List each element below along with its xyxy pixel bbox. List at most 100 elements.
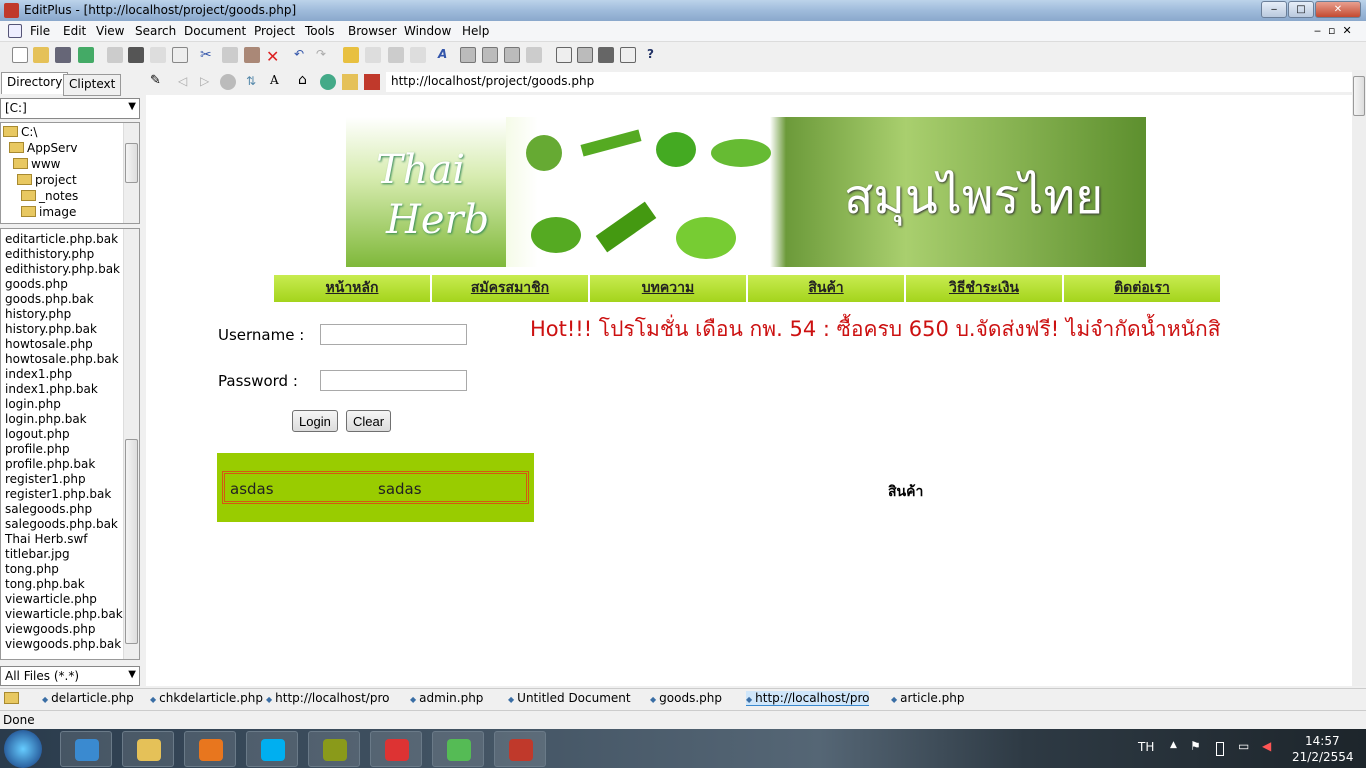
browser-icon[interactable] (598, 47, 614, 63)
print-icon[interactable] (128, 47, 144, 63)
file-item[interactable]: profile.php (5, 442, 70, 456)
start-button[interactable] (4, 730, 42, 768)
refresh-icon[interactable]: ⇅ (246, 74, 256, 88)
menu-tools[interactable]: Tools (305, 24, 335, 38)
file-item[interactable]: viewgoods.php (5, 622, 95, 636)
delete-icon[interactable]: ✕ (266, 47, 282, 66)
tab-cliptext[interactable]: Cliptext (63, 74, 122, 96)
document-tab[interactable]: ◆ admin.php (410, 691, 483, 705)
file-item[interactable]: register1.php.bak (5, 487, 111, 501)
action-center-flag-icon[interactable]: ⚑ (1190, 739, 1201, 753)
document-tab[interactable]: ◆ Untitled Document (508, 691, 631, 705)
file-item[interactable]: profile.php.bak (5, 457, 95, 471)
favorites-icon[interactable] (342, 74, 358, 90)
file-item[interactable]: index1.php.bak (5, 382, 98, 396)
document-tab[interactable]: ◆ http://localhost/pro (746, 691, 870, 706)
file-item[interactable]: editarticle.php.bak (5, 232, 118, 246)
file-item[interactable]: history.php.bak (5, 322, 97, 336)
document-tab[interactable]: ◆ delarticle.php (42, 691, 134, 705)
nav-contact[interactable]: ติดต่อเรา (1064, 275, 1220, 302)
tree-item[interactable]: www (13, 157, 60, 171)
output-window-icon[interactable] (556, 47, 572, 63)
scrollbar-thumb[interactable] (125, 439, 138, 644)
url-input[interactable]: http://localhost/project/goods.php (386, 72, 1352, 92)
file-item[interactable]: tong.php (5, 562, 59, 576)
search-web-icon[interactable] (320, 74, 336, 90)
new-file-icon[interactable] (12, 47, 28, 63)
file-item[interactable]: edithistory.php (5, 247, 94, 261)
replace-icon[interactable] (365, 47, 381, 63)
file-item[interactable]: goods.php (5, 277, 68, 291)
document-tab[interactable]: ◆ chkdelarticle.php (150, 691, 263, 705)
content-scrollbar[interactable] (1352, 70, 1366, 686)
close-button[interactable]: ✕ (1315, 1, 1361, 18)
file-item[interactable]: login.php (5, 397, 61, 411)
menu-file[interactable]: File (30, 24, 50, 38)
spellcheck-icon[interactable] (150, 47, 166, 63)
home-icon[interactable]: ⌂ (298, 72, 307, 88)
file-item[interactable]: edithistory.php.bak (5, 262, 120, 276)
document-tab[interactable]: ◆ http://localhost/pro (266, 691, 389, 705)
password-input[interactable] (320, 370, 467, 391)
volume-muted-icon[interactable]: ◀ (1262, 739, 1271, 753)
nav-payment[interactable]: วิธีชำระเงิน (906, 275, 1062, 302)
file-item[interactable]: register1.php (5, 472, 86, 486)
document-tab[interactable]: ◆ article.php (891, 691, 964, 705)
tab-directory[interactable]: Directory (1, 72, 69, 94)
document-icon[interactable] (8, 24, 22, 38)
menu-document[interactable]: Document (184, 24, 246, 38)
line-numbers-icon[interactable] (482, 47, 498, 63)
taskbar-skype[interactable] (246, 731, 298, 767)
username-input[interactable] (320, 324, 467, 345)
font-icon[interactable]: A (438, 47, 454, 63)
nav-products[interactable]: สินค้า (748, 275, 904, 302)
file-item[interactable]: viewgoods.php.bak (5, 637, 121, 651)
folder-icon[interactable] (4, 692, 19, 704)
redo-icon[interactable]: ↷ (316, 47, 332, 63)
nav-home[interactable]: หน้าหลัก (274, 275, 430, 302)
tree-item[interactable]: AppServ (9, 141, 77, 155)
nav-articles[interactable]: บทความ (590, 275, 746, 302)
login-button[interactable]: Login (292, 410, 338, 432)
taskbar-editplus[interactable] (494, 731, 546, 767)
language-indicator[interactable]: TH (1138, 740, 1154, 754)
menu-view[interactable]: View (96, 24, 124, 38)
clock-date[interactable]: 21/2/2554 (1292, 750, 1354, 764)
indent-icon[interactable] (410, 47, 426, 63)
back-icon[interactable]: ◁ (178, 74, 187, 88)
mdi-window-controls[interactable]: ‒ ▫ ✕ (1314, 24, 1352, 37)
minimize-button[interactable]: ‒ (1261, 1, 1287, 18)
document-tab[interactable]: ◆ goods.php (650, 691, 722, 705)
save-all-icon[interactable] (78, 47, 94, 63)
file-item[interactable]: howtosale.php.bak (5, 352, 119, 366)
ruler-icon[interactable] (504, 47, 520, 63)
taskbar-internet-explorer[interactable] (60, 731, 112, 767)
file-item[interactable]: viewarticle.php.bak (5, 607, 123, 621)
taskbar-dreamweaver[interactable] (308, 731, 360, 767)
clock-time[interactable]: 14:57 (1305, 734, 1340, 748)
edit-pencil-icon[interactable]: ✎ (150, 73, 161, 88)
file-list-scrollbar[interactable] (123, 229, 139, 659)
taskbar-chrome[interactable] (370, 731, 422, 767)
menu-search[interactable]: Search (135, 24, 176, 38)
file-item[interactable]: viewarticle.php (5, 592, 97, 606)
menu-window[interactable]: Window (404, 24, 451, 38)
forward-icon[interactable]: ▷ (200, 74, 209, 88)
file-item[interactable]: index1.php (5, 367, 72, 381)
preferences-icon[interactable] (526, 47, 542, 63)
file-item[interactable]: tong.php.bak (5, 577, 85, 591)
battery-icon[interactable] (1216, 742, 1224, 756)
scrollbar-thumb[interactable] (125, 143, 138, 183)
file-item[interactable]: salegoods.php (5, 502, 92, 516)
nav-register[interactable]: สมัครสมาชิก (432, 275, 588, 302)
find-icon[interactable] (343, 47, 359, 63)
network-icon[interactable]: ▭ (1238, 739, 1249, 753)
taskbar-media-player[interactable] (184, 731, 236, 767)
file-item[interactable]: howtosale.php (5, 337, 93, 351)
clear-button[interactable]: Clear (346, 410, 392, 432)
undo-icon[interactable]: ↶ (294, 47, 310, 63)
menu-edit[interactable]: Edit (63, 24, 86, 38)
cut-icon[interactable]: ✂ (200, 47, 216, 63)
font-size-icon[interactable]: A (270, 73, 279, 87)
clipboard-icon[interactable] (388, 47, 404, 63)
